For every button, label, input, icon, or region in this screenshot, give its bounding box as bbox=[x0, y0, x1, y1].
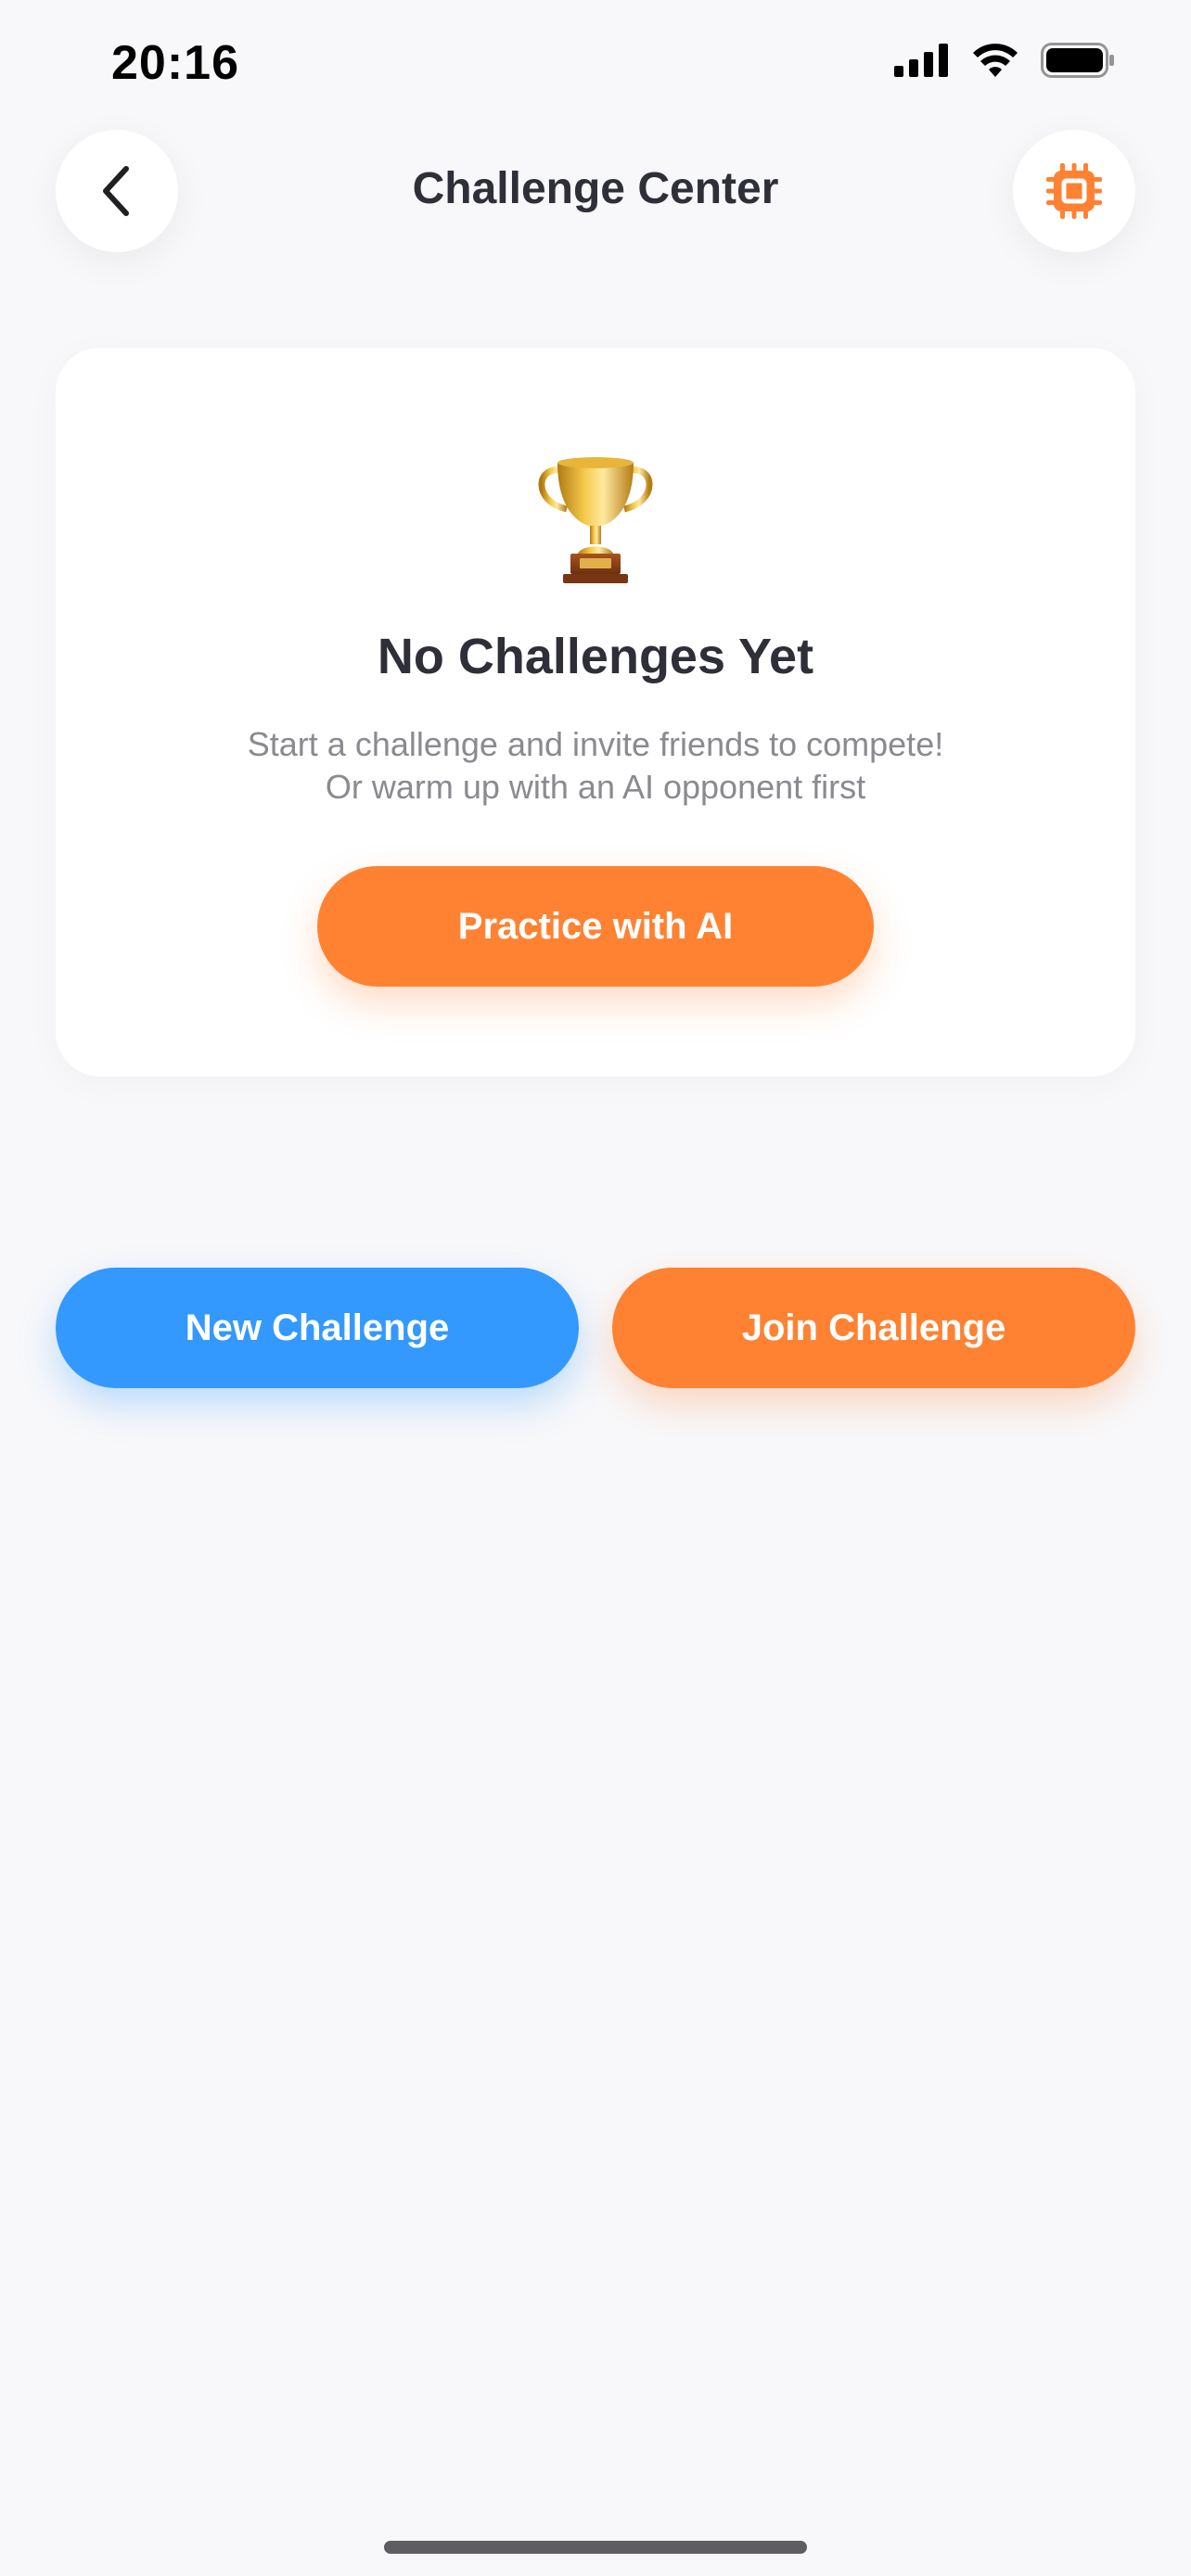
empty-state-subtitle: Start a challenge and invite friends to … bbox=[56, 723, 1135, 809]
ai-chip-button[interactable] bbox=[1013, 130, 1135, 252]
join-challenge-button[interactable]: Join Challenge bbox=[612, 1268, 1135, 1388]
practice-with-ai-button[interactable]: Practice with AI bbox=[317, 866, 874, 987]
battery-icon bbox=[1041, 43, 1114, 78]
cpu-chip-icon bbox=[1046, 163, 1102, 219]
wifi-icon bbox=[973, 44, 1018, 77]
trophy-icon bbox=[538, 457, 653, 583]
signal-icon bbox=[894, 44, 948, 77]
empty-state-card: No Challenges Yet Start a challenge and … bbox=[56, 348, 1135, 1077]
status-time: 20:16 bbox=[111, 36, 239, 90]
header: Challenge Center bbox=[0, 130, 1191, 260]
empty-state-subtitle-line2: Or warm up with an AI opponent first bbox=[325, 768, 866, 806]
status-bar: 20:16 bbox=[0, 0, 1191, 130]
status-icons bbox=[894, 43, 1115, 78]
home-indicator[interactable] bbox=[384, 2541, 807, 2554]
new-challenge-button[interactable]: New Challenge bbox=[56, 1268, 579, 1388]
empty-state-subtitle-line1: Start a challenge and invite friends to … bbox=[247, 725, 944, 763]
empty-state-title: No Challenges Yet bbox=[377, 629, 814, 684]
